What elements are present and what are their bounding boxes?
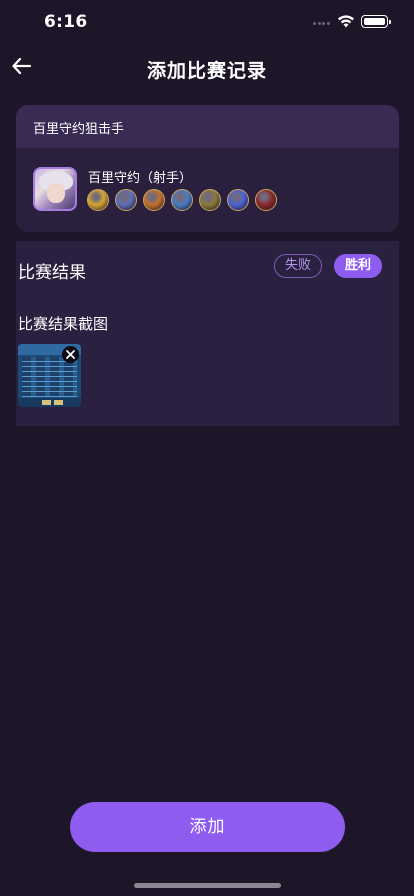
hero-name: 百里守约（射手） — [88, 171, 193, 186]
item-icon-3 — [143, 189, 165, 211]
page-title: 添加比赛记录 — [146, 60, 267, 82]
match-result-section: 比赛结果 失败 胜利 比赛结果截图 — [16, 241, 399, 426]
item-icon-1 — [87, 189, 109, 211]
item-icon-4 — [171, 189, 193, 211]
equipment-list — [87, 189, 277, 211]
status-time: 6:16 — [44, 12, 88, 32]
lose-button[interactable]: 失败 — [274, 254, 322, 278]
screenshot-label: 比赛结果截图 — [18, 315, 109, 333]
hero-avatar — [33, 167, 77, 211]
battery-icon — [361, 15, 391, 28]
hero-card: 百里守约狙击手 百里守约（射手） — [16, 105, 399, 232]
signal-icon — [313, 22, 333, 26]
win-button[interactable]: 胜利 — [334, 254, 382, 278]
status-bar: 6:16 — [0, 0, 414, 46]
add-button[interactable]: 添加 — [70, 802, 345, 852]
item-icon-5 — [199, 189, 221, 211]
hero-card-title: 百里守约狙击手 — [16, 105, 399, 148]
item-icon-6 — [227, 189, 249, 211]
item-icon-7 — [255, 189, 277, 211]
item-icon-2 — [115, 189, 137, 211]
home-indicator — [134, 883, 281, 888]
result-label: 比赛结果 — [18, 263, 86, 283]
remove-screenshot-icon[interactable] — [62, 346, 79, 363]
hero-row: 百里守约（射手） — [16, 148, 399, 232]
wifi-icon — [338, 15, 354, 28]
nav-bar: 添加比赛记录 — [0, 46, 414, 90]
